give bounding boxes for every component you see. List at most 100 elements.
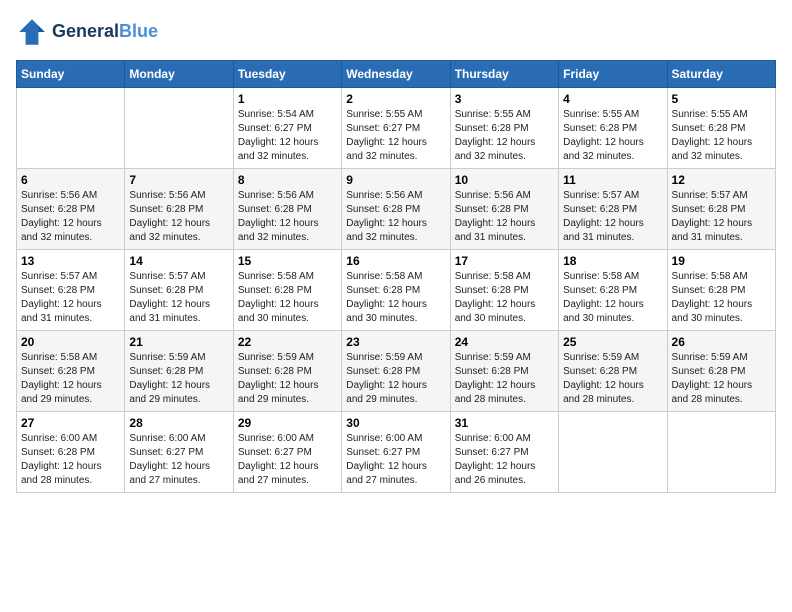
day-number: 25 [563, 335, 662, 349]
day-info: Sunrise: 5:59 AM Sunset: 6:28 PM Dayligh… [346, 351, 445, 407]
day-number: 26 [672, 335, 771, 349]
calendar-cell: 26 Sunrise: 5:59 AM Sunset: 6:28 PM Dayli… [667, 331, 775, 412]
calendar-cell: 9 Sunrise: 5:56 AM Sunset: 6:28 PM Daylig… [342, 169, 450, 250]
day-number: 2 [346, 92, 445, 106]
page-header: GeneralBlue [16, 16, 776, 48]
calendar-cell: 13Sunrise: 5:57 AM Sunset: 6:28 PM Dayli… [17, 250, 125, 331]
day-info: Sunrise: 5:59 AM Sunset: 6:28 PM Dayligh… [455, 351, 554, 407]
day-info: Sunrise: 5:55 AM Sunset: 6:27 PM Dayligh… [346, 108, 445, 164]
day-info: Sunrise: 6:00 AM Sunset: 6:27 PM Dayligh… [455, 432, 554, 488]
day-number: 29 [238, 416, 337, 430]
day-info: Sunrise: 5:56 AM Sunset: 6:28 PM Dayligh… [238, 189, 337, 245]
calendar-cell: 18 Sunrise: 5:58 AM Sunset: 6:28 PM Dayli… [559, 250, 667, 331]
calendar-cell: 15 Sunrise: 5:58 AM Sunset: 6:28 PM Dayli… [233, 250, 341, 331]
day-number: 27 [21, 416, 120, 430]
day-info: Sunrise: 5:56 AM Sunset: 6:28 PM Dayligh… [455, 189, 554, 245]
calendar-cell: 14Sunrise: 5:57 AM Sunset: 6:28 PM Dayli… [125, 250, 233, 331]
calendar-cell: 3 Sunrise: 5:55 AM Sunset: 6:28 PM Daylig… [450, 88, 558, 169]
logo: GeneralBlue [16, 16, 158, 48]
day-number: 10 [455, 173, 554, 187]
logo-text: GeneralBlue [52, 22, 158, 42]
day-info: Sunrise: 5:56 AM Sunset: 6:28 PM Dayligh… [21, 189, 120, 245]
calendar-cell: 8 Sunrise: 5:56 AM Sunset: 6:28 PM Daylig… [233, 169, 341, 250]
calendar-cell: 16 Sunrise: 5:58 AM Sunset: 6:28 PM Dayli… [342, 250, 450, 331]
day-number: 30 [346, 416, 445, 430]
day-info: Sunrise: 5:56 AM Sunset: 6:28 PM Dayligh… [346, 189, 445, 245]
day-number: 19 [672, 254, 771, 268]
day-info: Sunrise: 5:55 AM Sunset: 6:28 PM Dayligh… [455, 108, 554, 164]
calendar-week-row: 13 Sunrise: 5:57 AM Sunset: 6:28 PM Dayli… [17, 250, 776, 331]
day-info: Sunrise: 5:58 AM Sunset: 6:28 PM Dayligh… [346, 270, 445, 326]
calendar-cell: 4 Sunrise: 5:55 AM Sunset: 6:28 PM Daylig… [559, 88, 667, 169]
day-info: Sunrise: 5:59 AM Sunset: 6:28 PM Dayligh… [672, 351, 771, 407]
day-number: 3 [455, 92, 554, 106]
day-info: Sunrise: 6:00 AM Sunset: 6:27 PM Dayligh… [238, 432, 337, 488]
calendar-week-row: 6Sunrise: 5:56 AM Sunset: 6:28 PM Daylig… [17, 169, 776, 250]
calendar-header-row: SundayMondayTuesdayWednesdayThursdayFrid… [17, 61, 776, 88]
calendar-cell [559, 412, 667, 493]
day-number: 15 [238, 254, 337, 268]
day-info: Sunrise: 5:59 AM Sunset: 6:28 PM Dayligh… [238, 351, 337, 407]
day-number: 28 [129, 416, 228, 430]
calendar-cell [667, 412, 775, 493]
day-number: 23 [346, 335, 445, 349]
calendar-cell: 22 Sunrise: 5:59 AM Sunset: 6:28 PM Dayli… [233, 331, 341, 412]
calendar-cell: 29 Sunrise: 6:00 AM Sunset: 6:27 PM Dayli… [233, 412, 341, 493]
calendar-cell: 1 Sunrise: 5:54 AM Sunset: 6:27 PM Daylig… [233, 88, 341, 169]
calendar-cell: 10 Sunrise: 5:56 AM Sunset: 6:28 PM Dayli… [450, 169, 558, 250]
day-info: Sunrise: 5:58 AM Sunset: 6:28 PM Dayligh… [238, 270, 337, 326]
calendar-cell: 31 Sunrise: 6:00 AM Sunset: 6:27 PM Dayli… [450, 412, 558, 493]
calendar-cell: 19 Sunrise: 5:58 AM Sunset: 6:28 PM Dayli… [667, 250, 775, 331]
weekday-header: Saturday [667, 61, 775, 88]
day-info: Sunrise: 5:58 AM Sunset: 6:28 PM Dayligh… [455, 270, 554, 326]
weekday-header: Tuesday [233, 61, 341, 88]
day-number: 17 [455, 254, 554, 268]
calendar-week-row: 20 Sunrise: 5:58 AM Sunset: 6:28 PM Dayli… [17, 331, 776, 412]
day-number: 20 [21, 335, 120, 349]
day-number: 12 [672, 173, 771, 187]
day-info: Sunrise: 6:00 AM Sunset: 6:27 PM Dayligh… [129, 432, 228, 488]
weekday-header: Sunday [17, 61, 125, 88]
day-info: Sunrise: 5:54 AM Sunset: 6:27 PM Dayligh… [238, 108, 337, 164]
day-info: Sunrise: 5:58 AM Sunset: 6:28 PM Dayligh… [21, 351, 120, 407]
calendar-cell [17, 88, 125, 169]
weekday-header: Wednesday [342, 61, 450, 88]
calendar-cell: 12 Sunrise: 5:57 AM Sunset: 6:28 PM Dayli… [667, 169, 775, 250]
logo-icon [16, 16, 48, 48]
day-info: Sunrise: 5:58 AM Sunset: 6:28 PM Dayligh… [563, 270, 662, 326]
day-number: 21 [129, 335, 228, 349]
calendar-cell: 6Sunrise: 5:56 AM Sunset: 6:28 PM Daylig… [17, 169, 125, 250]
day-number: 18 [563, 254, 662, 268]
calendar-cell: 27 Sunrise: 6:00 AM Sunset: 6:28 PM Dayli… [17, 412, 125, 493]
day-info: Sunrise: 5:59 AM Sunset: 6:28 PM Dayligh… [563, 351, 662, 407]
calendar-cell: 5Sunrise: 5:55 AM Sunset: 6:28 PM Daylig… [667, 88, 775, 169]
calendar-table: SundayMondayTuesdayWednesdayThursdayFrid… [16, 60, 776, 493]
calendar-cell: 24Sunrise: 5:59 AM Sunset: 6:28 PM Dayli… [450, 331, 558, 412]
day-number: 8 [238, 173, 337, 187]
calendar-cell: 20 Sunrise: 5:58 AM Sunset: 6:28 PM Dayli… [17, 331, 125, 412]
day-number: 16 [346, 254, 445, 268]
calendar-cell: 2 Sunrise: 5:55 AM Sunset: 6:27 PM Daylig… [342, 88, 450, 169]
day-number: 13 [21, 254, 120, 268]
day-number: 11 [563, 173, 662, 187]
calendar-week-row: 27 Sunrise: 6:00 AM Sunset: 6:28 PM Dayli… [17, 412, 776, 493]
day-info: Sunrise: 5:58 AM Sunset: 6:28 PM Dayligh… [672, 270, 771, 326]
calendar-cell: 11 Sunrise: 5:57 AM Sunset: 6:28 PM Dayli… [559, 169, 667, 250]
day-info: Sunrise: 5:57 AM Sunset: 6:28 PM Dayligh… [672, 189, 771, 245]
day-info: Sunrise: 5:57 AM Sunset: 6:28 PM Dayligh… [563, 189, 662, 245]
weekday-header: Friday [559, 61, 667, 88]
day-info: Sunrise: 6:00 AM Sunset: 6:27 PM Dayligh… [346, 432, 445, 488]
day-number: 1 [238, 92, 337, 106]
day-info: Sunrise: 6:00 AM Sunset: 6:28 PM Dayligh… [21, 432, 120, 488]
weekday-header: Monday [125, 61, 233, 88]
day-info: Sunrise: 5:55 AM Sunset: 6:28 PM Dayligh… [563, 108, 662, 164]
day-info: Sunrise: 5:59 AM Sunset: 6:28 PM Dayligh… [129, 351, 228, 407]
day-number: 31 [455, 416, 554, 430]
calendar-cell: 21 Sunrise: 5:59 AM Sunset: 6:28 PM Dayli… [125, 331, 233, 412]
day-info: Sunrise: 5:57 AM Sunset: 6:28 PM Dayligh… [129, 270, 228, 326]
day-number: 22 [238, 335, 337, 349]
day-number: 7 [129, 173, 228, 187]
day-number: 4 [563, 92, 662, 106]
day-number: 9 [346, 173, 445, 187]
calendar-cell [125, 88, 233, 169]
